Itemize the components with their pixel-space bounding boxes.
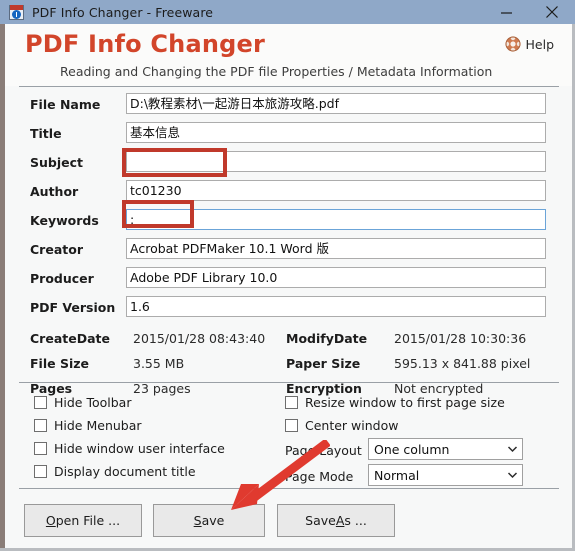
form-row-creator: Creator Acrobat PDFMaker 10.1 Word 版 — [5, 237, 572, 266]
checkbox-hide-menubar[interactable]: Hide Menubar — [34, 418, 142, 433]
save-as-label-post: s ... — [344, 513, 367, 528]
value-modify-date: 2015/01/28 10:30:36 — [394, 331, 527, 346]
client-area: PDF Info Changer Reading and Changing th… — [5, 24, 572, 548]
label-creator: Creator — [30, 242, 83, 257]
checkbox-label: Center window — [305, 418, 399, 433]
checkbox-hide-window-user-interface[interactable]: Hide window user interface — [34, 441, 225, 456]
form-row-file-name: File Name D:\教程素材\一起游日本旅游攻略.pdf — [5, 92, 572, 121]
label-page-mode: Page Mode — [285, 469, 354, 484]
checkbox-label: Hide Menubar — [54, 418, 142, 433]
metadata-form: File Name D:\教程素材\一起游日本旅游攻略.pdf Title 基本… — [5, 92, 572, 406]
save-button[interactable]: Save — [153, 504, 265, 537]
app-header: PDF Info Changer Reading and Changing th… — [5, 24, 572, 86]
checkbox-display-document-title[interactable]: Display document title — [34, 464, 196, 479]
input-title[interactable]: 基本信息 — [126, 122, 546, 143]
input-creator[interactable]: Acrobat PDFMaker 10.1 Word 版 — [126, 238, 546, 259]
checkbox-label: Display document title — [54, 464, 196, 479]
checkbox-label: Resize window to first page size — [305, 395, 505, 410]
label-producer: Producer — [30, 271, 94, 286]
checkbox-box-icon — [34, 419, 47, 432]
life-preserver-icon — [504, 36, 521, 52]
save-as-label-pre: Save — [305, 513, 336, 528]
checkbox-resize-window-to-first-page-size[interactable]: Resize window to first page size — [285, 395, 505, 410]
select-page-layout[interactable]: One column — [368, 438, 523, 460]
input-subject[interactable] — [126, 151, 546, 172]
checkbox-center-window[interactable]: Center window — [285, 418, 398, 433]
label-file-size: File Size — [30, 356, 89, 371]
checkbox-box-icon — [34, 442, 47, 455]
input-pdf-version[interactable]: 1.6 — [126, 296, 546, 317]
options-separator — [19, 382, 559, 383]
help-button[interactable]: Help — [504, 36, 555, 52]
label-page-layout: Page Layout — [285, 443, 362, 458]
form-row-pdf-version: PDF Version 1.6 — [5, 295, 572, 324]
open-file-accel: O — [45, 513, 56, 528]
select-page-mode[interactable]: Normal — [368, 464, 523, 486]
chevron-down-icon — [502, 471, 522, 479]
checkbox-hide-toolbar[interactable]: Hide Toolbar — [34, 395, 131, 410]
title-bar: PDF Info Changer - Freeware — [0, 0, 575, 24]
header-separator — [19, 86, 559, 87]
brand-subtitle: Reading and Changing the PDF file Proper… — [60, 64, 493, 79]
brand-title: PDF Info Changer — [25, 30, 266, 58]
label-author: Author — [30, 184, 79, 199]
save-as-button[interactable]: Save As ... — [277, 504, 395, 537]
select-page-mode-value: Normal — [374, 467, 420, 483]
open-file-label-post: pen File ... — [55, 513, 121, 528]
value-file-size: 3.55 MB — [133, 356, 185, 371]
buttons-separator — [19, 488, 559, 489]
save-as-accel: A — [335, 513, 345, 528]
label-modify-date: ModifyDate — [286, 331, 368, 346]
input-author[interactable]: tc01230 — [126, 180, 546, 201]
help-label: Help — [525, 36, 555, 52]
checkbox-box-icon — [34, 465, 47, 478]
checkbox-label: Hide Toolbar — [54, 395, 132, 410]
label-pdf-version: PDF Version — [30, 300, 116, 315]
window-title: PDF Info Changer - Freeware — [32, 4, 214, 20]
open-file-button[interactable]: Open File ... — [24, 504, 142, 537]
info-row-dates: CreateDate 2015/01/28 08:43:40 ModifyDat… — [5, 331, 572, 356]
value-create-date: 2015/01/28 08:43:40 — [133, 331, 266, 346]
application-window: PDF Info Changer - Freeware PDF Info Cha… — [0, 0, 575, 551]
form-row-keywords: Keywords : — [5, 208, 572, 237]
select-page-layout-value: One column — [374, 441, 450, 457]
checkbox-box-icon — [285, 419, 298, 432]
checkbox-box-icon — [285, 396, 298, 409]
form-row-title: Title 基本信息 — [5, 121, 572, 150]
form-row-subject: Subject — [5, 150, 572, 179]
save-label-post: ave — [201, 513, 225, 528]
label-keywords: Keywords — [30, 213, 99, 228]
label-create-date: CreateDate — [30, 331, 110, 346]
label-paper-size: Paper Size — [286, 356, 361, 371]
close-button[interactable] — [529, 0, 575, 24]
minimize-button[interactable] — [483, 0, 529, 24]
value-paper-size: 595.13 x 841.88 pixel — [394, 356, 531, 371]
input-keywords[interactable]: : — [126, 209, 546, 230]
save-accel: S — [193, 513, 202, 528]
button-bar: Open File ... Save Save As ... — [5, 498, 572, 548]
label-file-name: File Name — [30, 97, 101, 112]
form-row-author: Author tc01230 — [5, 179, 572, 208]
form-row-producer: Producer Adobe PDF Library 10.0 — [5, 266, 572, 295]
window-controls — [483, 0, 575, 24]
chevron-down-icon — [502, 445, 522, 453]
input-file-name[interactable]: D:\教程素材\一起游日本旅游攻略.pdf — [126, 93, 546, 114]
checkbox-label: Hide window user interface — [54, 441, 225, 456]
viewer-options: Hide Toolbar Hide Menubar Hide window us… — [5, 392, 572, 487]
label-subject: Subject — [30, 155, 83, 170]
pdf-info-app-icon — [9, 4, 24, 20]
checkbox-box-icon — [34, 396, 47, 409]
info-row-sizes: File Size 3.55 MB Paper Size 595.13 x 84… — [5, 356, 572, 381]
label-title: Title — [30, 126, 62, 141]
input-producer[interactable]: Adobe PDF Library 10.0 — [126, 267, 546, 288]
